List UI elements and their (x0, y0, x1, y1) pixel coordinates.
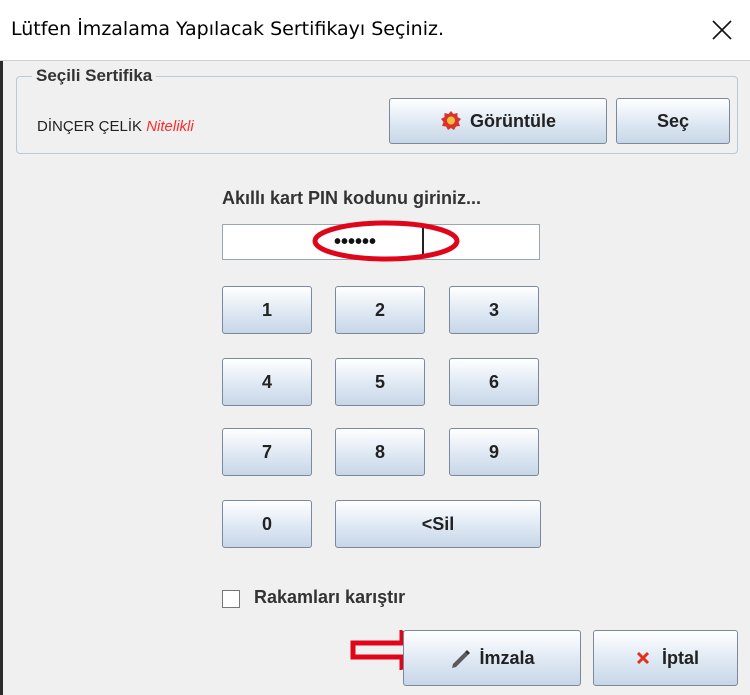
window-edge (0, 0, 3, 695)
pencil-icon (452, 650, 471, 668)
keypad-label-7: 7 (261, 441, 272, 462)
keypad-button-8[interactable]: 8 (335, 428, 425, 476)
shuffle-label: Rakamları karıştır (254, 587, 406, 607)
keypad-label-2: 2 (374, 299, 385, 320)
keypad-label-6: 6 (488, 371, 499, 392)
select-certificate-label: Seç (656, 110, 690, 131)
keypad-button-7[interactable]: 7 (222, 428, 312, 476)
certificate-badge-icon (441, 111, 461, 130)
cancel-button[interactable]: İptal (593, 630, 738, 686)
cancel-x-icon (636, 651, 650, 665)
keypad-label-4: 4 (261, 371, 272, 392)
keypad-button-2[interactable]: 2 (335, 286, 425, 334)
certificate-group-title: Seçili Sertifika (32, 66, 157, 86)
keypad-button-0[interactable]: 0 (222, 500, 312, 548)
sign-label: İmzala (479, 647, 535, 668)
keypad-label-0: 0 (261, 513, 272, 534)
select-certificate-button[interactable]: Seç (616, 98, 730, 144)
keypad-button-4[interactable]: 4 (222, 358, 312, 406)
pin-label: Akıllı kart PIN kodunu giriniz... (222, 188, 482, 208)
certificate-holder-name: DİNÇER ÇELİK (37, 118, 143, 135)
certificate-qualifier: Nitelikli (146, 118, 194, 135)
certificate-holder: DİNÇER ÇELİK Nitelikli (37, 118, 194, 135)
title-bar: Lütfen İmzalama Yapılacak Sertifikayı Se… (0, 0, 750, 61)
keypad-button-3[interactable]: 3 (449, 286, 539, 334)
view-certificate-label: Görüntüle (470, 110, 556, 131)
cancel-label: İptal (661, 647, 699, 668)
keypad-button-1[interactable]: 1 (222, 286, 312, 334)
sign-button[interactable]: İmzala (403, 630, 581, 686)
window-title: Lütfen İmzalama Yapılacak Sertifikayı Se… (11, 18, 445, 40)
delete-label: <Sil (421, 513, 455, 534)
keypad-label-3: 3 (488, 299, 499, 320)
keypad-label-1: 1 (261, 299, 272, 320)
shuffle-checkbox[interactable] (222, 590, 240, 608)
keypad-label-5: 5 (374, 371, 385, 392)
keypad-button-6[interactable]: 6 (449, 358, 539, 406)
keypad-label-8: 8 (374, 441, 385, 462)
keypad-label-9: 9 (488, 441, 499, 462)
close-icon[interactable] (700, 8, 744, 52)
highlight-ellipse (312, 220, 460, 262)
keypad-button-9[interactable]: 9 (449, 428, 539, 476)
view-certificate-button[interactable]: Görüntüle (389, 98, 607, 144)
delete-button[interactable]: <Sil (335, 500, 541, 548)
keypad-button-5[interactable]: 5 (335, 358, 425, 406)
